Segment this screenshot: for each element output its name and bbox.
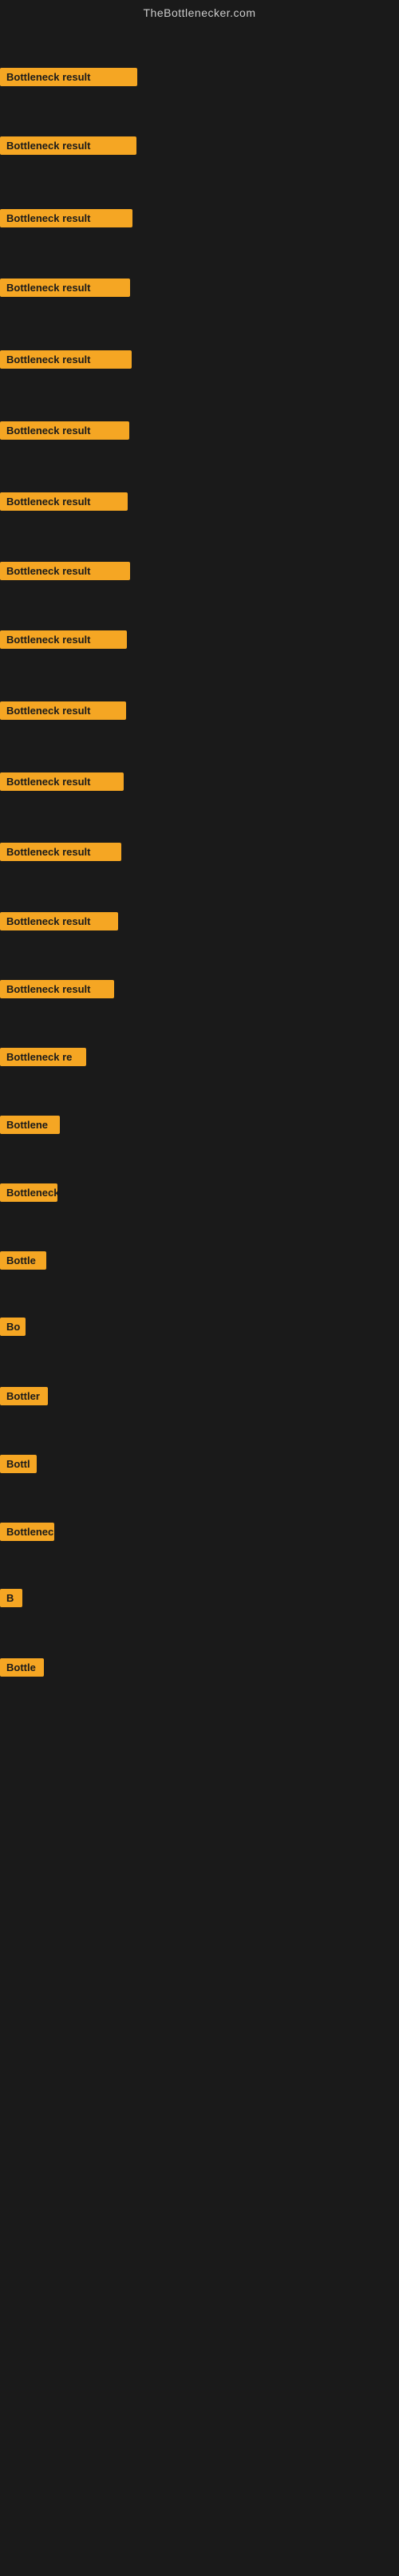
site-title: TheBottlenecker.com (0, 0, 399, 22)
bottleneck-result-item[interactable]: Bottleneck result (0, 68, 137, 86)
bottleneck-result-item[interactable]: Bottleneck result (0, 492, 128, 511)
bottleneck-result-item[interactable]: Bottleneck result (0, 279, 130, 297)
bottleneck-result-item[interactable]: Bottleneck re (0, 1048, 86, 1066)
bottleneck-result-item[interactable]: Bottleneck (0, 1183, 57, 1202)
bottleneck-result-item[interactable]: Bo (0, 1318, 26, 1336)
bottleneck-result-item[interactable]: Bottleneck result (0, 843, 121, 861)
bottleneck-result-item[interactable]: Bottleneck result (0, 136, 136, 155)
bottleneck-result-item[interactable]: Bottle (0, 1658, 44, 1677)
bottleneck-result-item[interactable]: B (0, 1589, 22, 1607)
bottleneck-result-item[interactable]: Bottleneck result (0, 630, 127, 649)
bottleneck-result-item[interactable]: Bottleneck result (0, 980, 114, 998)
bottleneck-result-item[interactable]: Bottlene (0, 1116, 60, 1134)
bottleneck-result-item[interactable]: Bottleneck result (0, 772, 124, 791)
bottleneck-result-item[interactable]: Bottler (0, 1387, 48, 1405)
bottleneck-result-item[interactable]: Bottleneck result (0, 350, 132, 369)
bottleneck-result-item[interactable]: Bottleneck result (0, 562, 130, 580)
bottleneck-result-item[interactable]: Bottleneck result (0, 209, 132, 227)
bottleneck-result-item[interactable]: Bottleneck result (0, 421, 129, 440)
bottleneck-result-item[interactable]: Bottl (0, 1455, 37, 1473)
bottleneck-result-item[interactable]: Bottleneck result (0, 912, 118, 930)
bottleneck-result-item[interactable]: Bottlenec (0, 1523, 54, 1541)
bottleneck-result-item[interactable]: Bottleneck result (0, 701, 126, 720)
bottleneck-result-item[interactable]: Bottle (0, 1251, 46, 1270)
